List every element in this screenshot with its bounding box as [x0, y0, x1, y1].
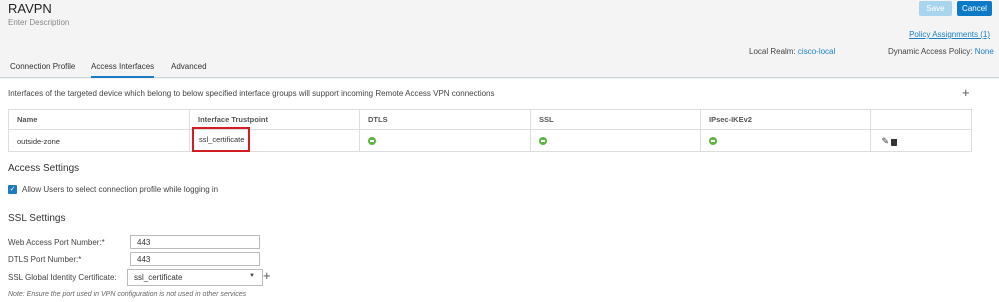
dtls-port-label: DTLS Port Number:* [8, 255, 82, 264]
dap-label: Dynamic Access Policy: [888, 47, 973, 56]
row-ipsec [701, 130, 871, 152]
policy-assignments-link[interactable]: Policy Assignments (1) [909, 30, 990, 39]
description-field[interactable]: Enter Description [8, 18, 69, 27]
add-interface-icon[interactable]: + [962, 86, 970, 99]
cancel-button[interactable]: Cancel [957, 1, 992, 16]
cert-select-value: ssl_certificate [134, 273, 183, 282]
port-note: Note: Ensure the port used in VPN config… [8, 291, 247, 298]
row-dtls [360, 130, 531, 152]
allow-select-label: Allow Users to select connection profile… [22, 185, 219, 194]
trash-icon[interactable] [891, 138, 897, 146]
dtls-port-input[interactable]: 443 [130, 252, 260, 266]
local-realm-link[interactable]: cisco-local [798, 47, 835, 56]
row-ssl [531, 130, 701, 152]
dynamic-access-policy: Dynamic Access Policy: None [888, 47, 994, 56]
ssl-enabled-icon [539, 137, 547, 145]
interfaces-table: Name Interface Trustpoint DTLS SSL IPsec… [8, 109, 972, 152]
col-header-name: Name [9, 110, 190, 129]
tab-advanced[interactable]: Advanced [171, 62, 207, 71]
intro-text: Interfaces of the targeted device which … [8, 89, 495, 98]
allow-select-checkbox[interactable]: ✓ [8, 185, 17, 194]
row-actions: ✎ [871, 130, 971, 152]
page-title: RAVPN [8, 1, 52, 16]
dap-link[interactable]: None [975, 47, 994, 56]
chevron-down-icon: ▼ [249, 273, 255, 279]
cert-label: SSL Global Identity Certificate: [8, 273, 117, 282]
local-realm: Local Realm: cisco-local [749, 47, 835, 56]
access-interfaces-panel: Interfaces of the targeted device which … [0, 79, 999, 302]
save-button[interactable]: Save [919, 1, 952, 16]
col-header-actions [871, 110, 971, 129]
ipsec-enabled-icon [709, 137, 717, 145]
tab-connection-profile[interactable]: Connection Profile [10, 62, 75, 71]
row-name: outside-zone [9, 130, 190, 152]
cert-select[interactable]: ssl_certificate ▼ [127, 269, 263, 286]
col-header-dtls: DTLS [360, 110, 531, 129]
table-header: Name Interface Trustpoint DTLS SSL IPsec… [9, 110, 971, 130]
col-header-ssl: SSL [531, 110, 701, 129]
web-port-label: Web Access Port Number:* [8, 238, 105, 247]
col-header-ipsec: IPsec-IKEv2 [701, 110, 871, 129]
dtls-enabled-icon [368, 137, 376, 145]
table-row[interactable]: outside-zone ✎ [9, 130, 971, 152]
local-realm-label: Local Realm: [749, 47, 796, 56]
add-certificate-icon[interactable]: + [263, 269, 271, 282]
ssl-settings-title: SSL Settings [8, 213, 66, 224]
access-settings-title: Access Settings [8, 163, 80, 174]
tab-bar: Connection Profile Access Interfaces Adv… [0, 58, 999, 78]
pencil-icon[interactable]: ✎ [881, 136, 889, 147]
trustpoint-highlight: ssl_certificate [192, 127, 250, 152]
tab-access-interfaces[interactable]: Access Interfaces [91, 62, 155, 78]
web-port-input[interactable]: 443 [130, 235, 260, 249]
